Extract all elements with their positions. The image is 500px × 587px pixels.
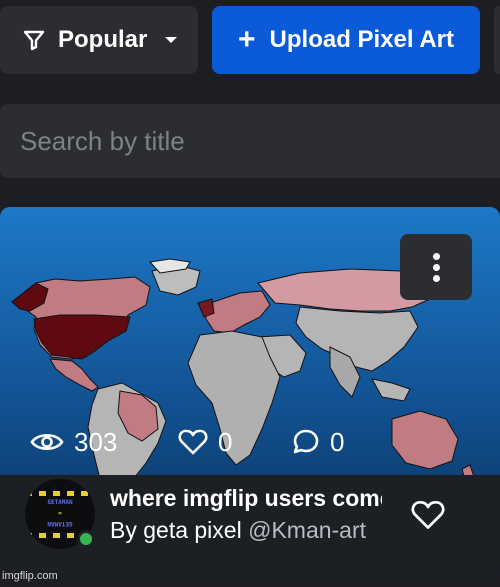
more-dot-icon: [432, 252, 440, 260]
more-dot-icon: [432, 274, 440, 282]
imgflip-watermark: imgflip.com: [2, 570, 58, 582]
comment-icon: [293, 429, 319, 454]
more-options-button[interactable]: [400, 234, 472, 300]
avatar-stripe-top: [25, 491, 95, 496]
avatar-text-bottom: GETAMAN: [47, 520, 73, 527]
online-status-dot: [77, 530, 95, 548]
art-title[interactable]: where imgflip users come from: [110, 485, 382, 515]
comments-count: 0: [330, 426, 345, 457]
author-handle: @Kman-art: [248, 517, 367, 543]
caret-down-icon: [165, 37, 178, 43]
more-dot-icon: [432, 263, 440, 271]
heart-outline-icon: [411, 501, 445, 529]
search-input[interactable]: [20, 125, 500, 157]
views-count: 303: [74, 426, 118, 457]
upload-pixel-art-button[interactable]: + Upload Pixel Art: [212, 6, 480, 74]
upload-label: Upload Pixel Art: [269, 26, 455, 53]
heart-outline-icon: [178, 429, 208, 455]
eye-icon: [30, 433, 64, 451]
popular-filter-button[interactable]: Popular: [0, 6, 198, 74]
filter-label: Popular: [58, 26, 148, 53]
plus-icon: +: [238, 23, 256, 56]
comments-stat[interactable]: 0: [292, 427, 344, 458]
search-bar: [0, 104, 500, 178]
toolbar: Popular + Upload Pixel Art: [0, 0, 500, 90]
stats-row: 303 0 0: [30, 425, 344, 459]
favorite-button[interactable]: [404, 495, 452, 535]
avatar-text-top: GETAMAN: [47, 499, 73, 506]
likes-stat[interactable]: 0: [178, 427, 292, 458]
avatar-text-mid: =: [58, 510, 62, 517]
overflow-button-edge[interactable]: [494, 6, 500, 74]
pixel-art-card[interactable]: 303 0 0 GETAMAN = GETAMAN where imgflip …: [0, 207, 500, 579]
views-stat: 303: [30, 427, 178, 458]
author-name: By geta pixel: [110, 517, 242, 543]
filter-icon: [23, 30, 45, 51]
author-line[interactable]: By geta pixel @Kman-art: [110, 517, 382, 547]
likes-count: 0: [218, 426, 233, 457]
